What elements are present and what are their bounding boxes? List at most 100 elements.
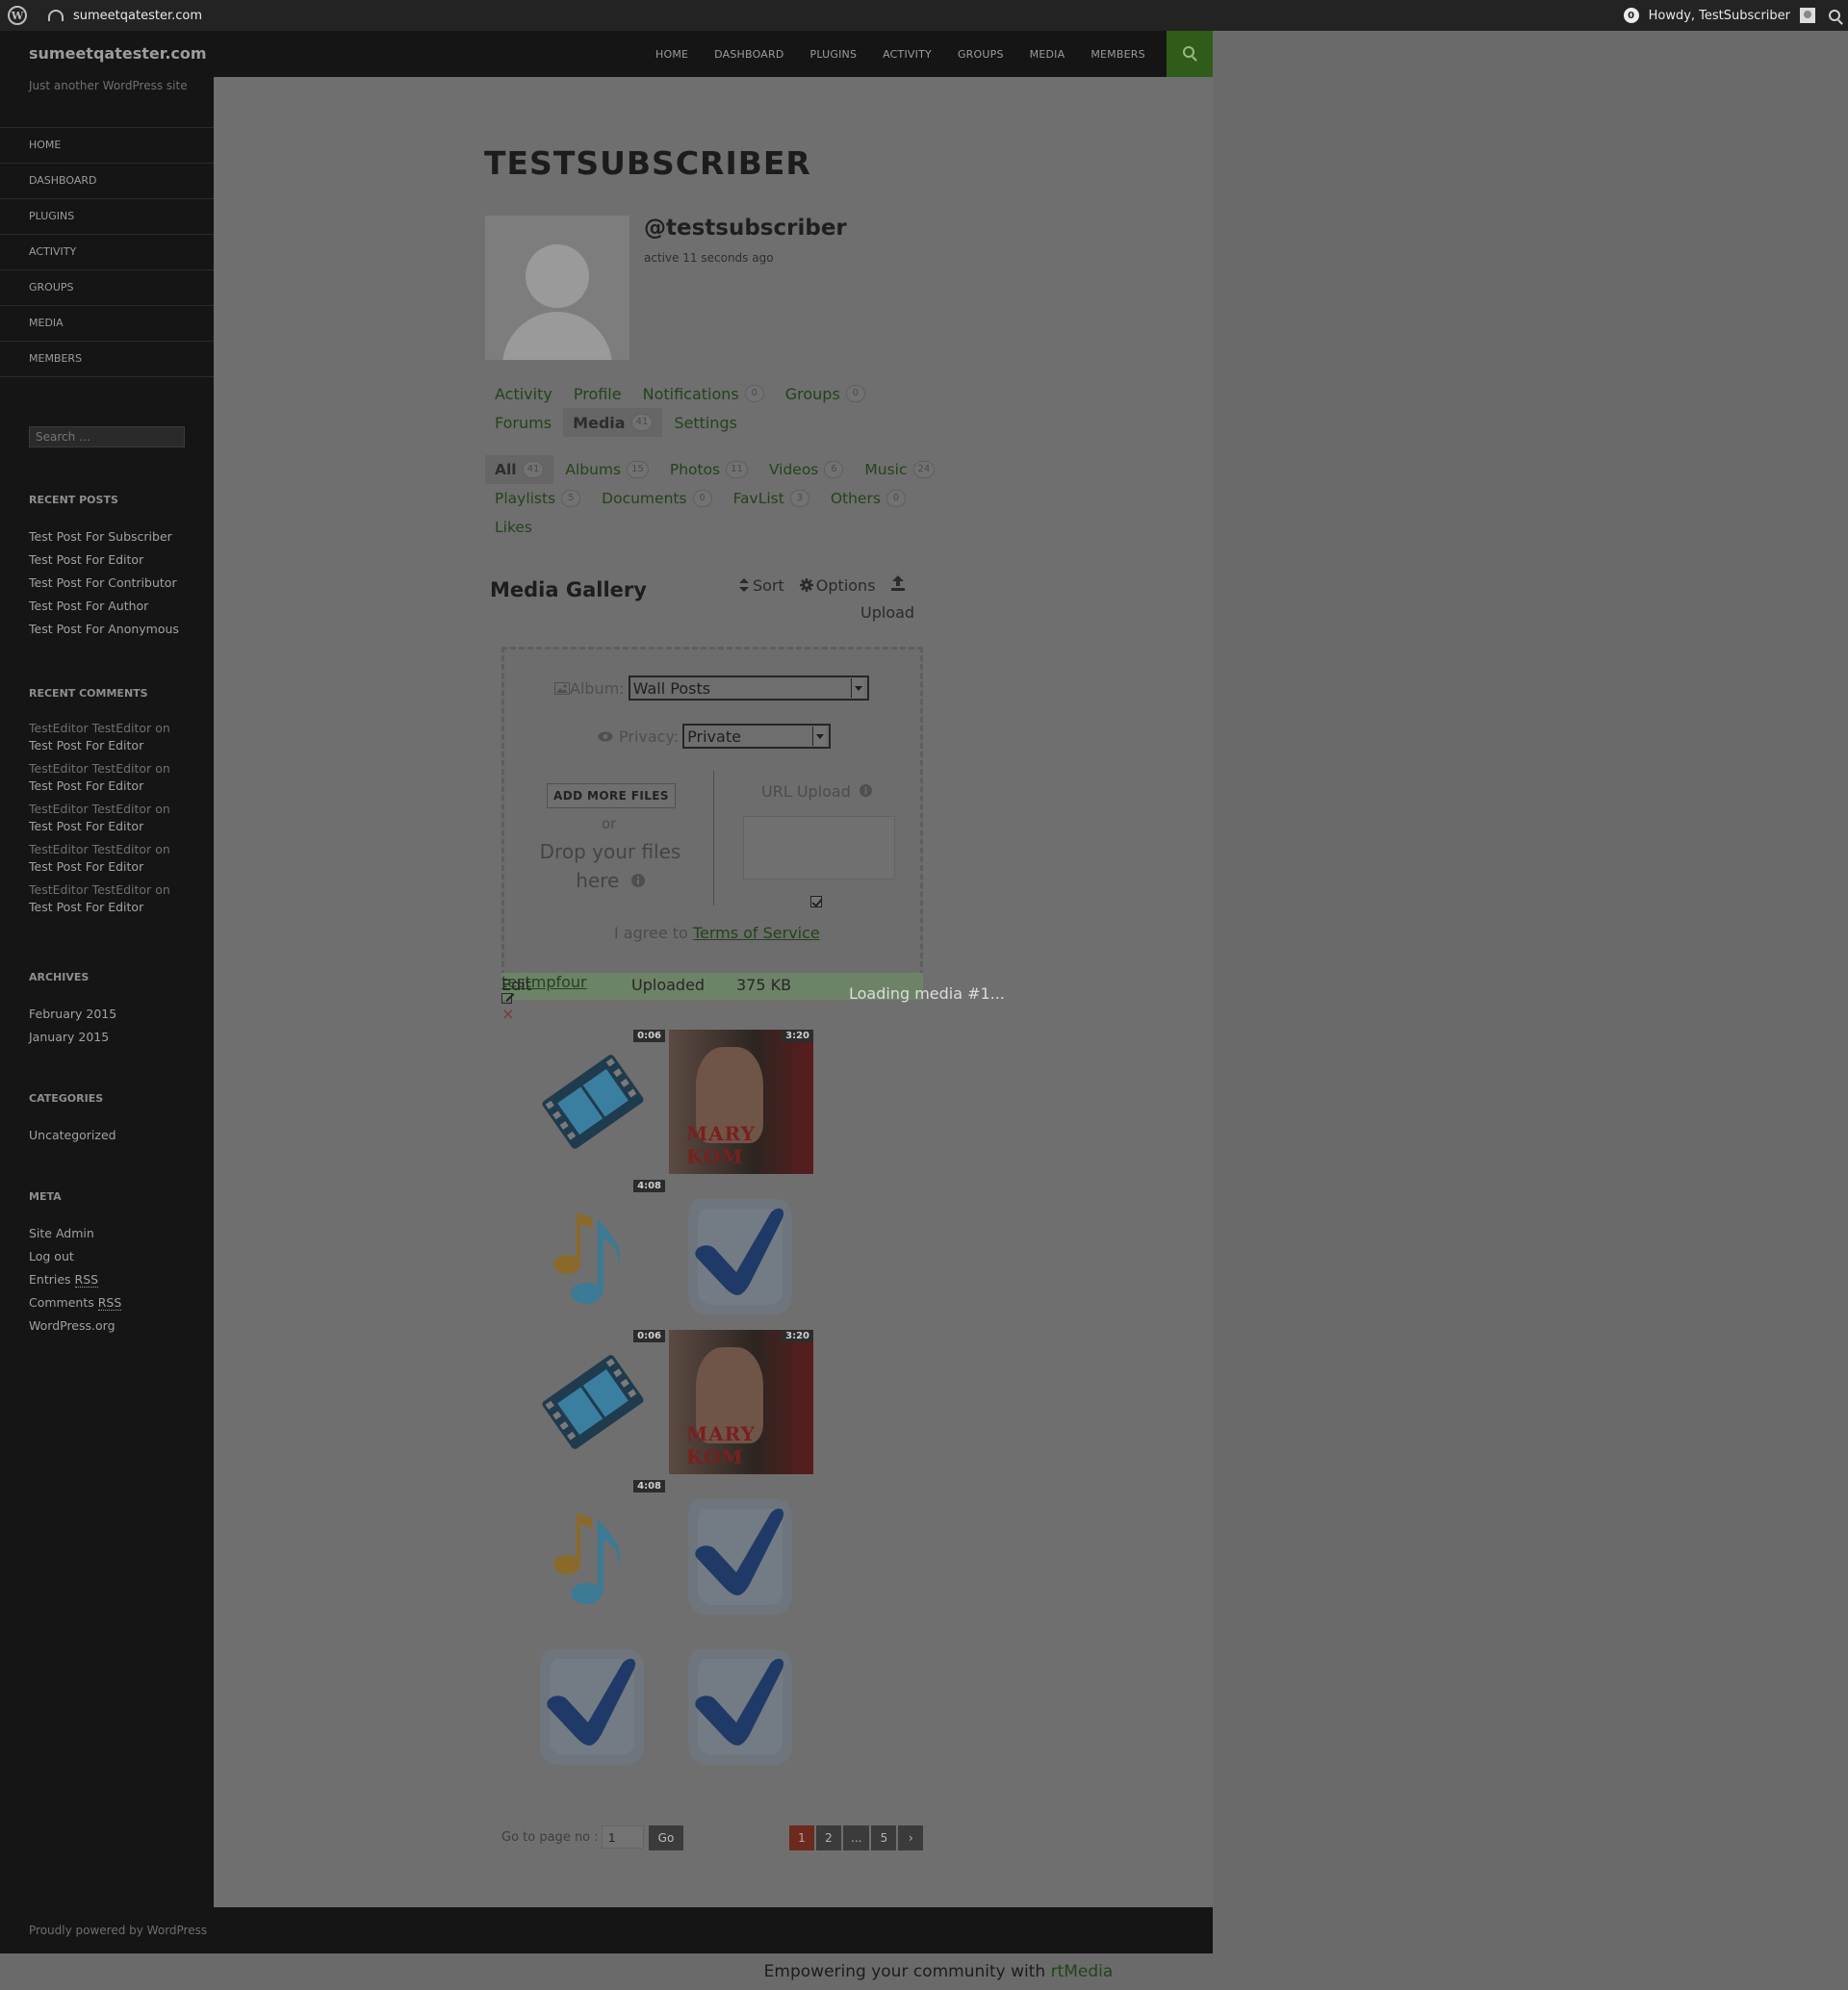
archive-link[interactable]: January 2015 bbox=[29, 1026, 197, 1049]
tab-forums[interactable]: Forums bbox=[485, 408, 561, 437]
subtab-all[interactable]: All 41 bbox=[485, 455, 554, 484]
category-link[interactable]: Uncategorized bbox=[29, 1124, 197, 1147]
comment-author-link[interactable]: TestEditor TestEditor bbox=[29, 842, 151, 856]
tab-profile[interactable]: Profile bbox=[564, 379, 631, 408]
info-icon[interactable] bbox=[630, 874, 645, 887]
sidebar-search-input[interactable] bbox=[29, 426, 185, 447]
header-search-toggle[interactable] bbox=[1167, 31, 1213, 77]
tab-groups[interactable]: Groups 0 bbox=[776, 379, 875, 408]
media-item[interactable]: 4:08 bbox=[521, 1480, 665, 1624]
subtab-music[interactable]: Music 24 bbox=[855, 455, 944, 484]
page-number-input[interactable] bbox=[602, 1825, 644, 1849]
media-item[interactable] bbox=[669, 1630, 813, 1774]
entries-rss-link[interactable]: Entries RSS bbox=[29, 1268, 197, 1291]
url-upload-textarea[interactable] bbox=[743, 816, 895, 880]
page-link-1[interactable]: 1 bbox=[789, 1825, 814, 1850]
options-button[interactable]: Options bbox=[799, 575, 876, 595]
dashboard-gauge-icon[interactable] bbox=[48, 10, 64, 21]
tab-activity[interactable]: Activity bbox=[485, 379, 562, 408]
nav-activity[interactable]: ACTIVITY bbox=[883, 48, 932, 61]
nav-media[interactable]: MEDIA bbox=[1030, 48, 1065, 61]
comment-author-link[interactable]: TestEditor TestEditor bbox=[29, 882, 151, 897]
remove-upload-icon[interactable]: × bbox=[501, 1005, 514, 1023]
powered-by-link[interactable]: Proudly powered by WordPress bbox=[29, 1924, 207, 1937]
recent-post-link[interactable]: Test Post For Editor bbox=[29, 549, 197, 572]
media-item[interactable]: MARY KOM 3:20 bbox=[669, 1330, 813, 1474]
media-item[interactable] bbox=[669, 1180, 813, 1324]
site-title-link[interactable]: sumeetqatester.com bbox=[29, 44, 207, 63]
comment-post-link[interactable]: Test Post For Editor bbox=[29, 819, 143, 833]
recent-post-link[interactable]: Test Post For Contributor bbox=[29, 572, 197, 595]
page-link-5[interactable]: 5 bbox=[871, 1825, 897, 1850]
rtmedia-link[interactable]: rtMedia bbox=[1051, 1962, 1114, 1981]
comment-post-link[interactable]: Test Post For Editor bbox=[29, 859, 143, 874]
subtab-others[interactable]: Others 0 bbox=[821, 484, 915, 513]
media-item[interactable]: MARY KOM 3:20 bbox=[669, 1030, 813, 1174]
terms-checkbox[interactable] bbox=[810, 896, 822, 907]
subtab-documents[interactable]: Documents 0 bbox=[592, 484, 721, 513]
archive-link[interactable]: February 2015 bbox=[29, 1003, 197, 1026]
privacy-select[interactable]: Private bbox=[682, 724, 832, 749]
media-item[interactable] bbox=[521, 1630, 665, 1774]
log-out-link[interactable]: Log out bbox=[29, 1245, 197, 1268]
sidebar-item-plugins[interactable]: PLUGINS bbox=[0, 199, 214, 235]
sidebar-item-groups[interactable]: GROUPS bbox=[0, 270, 214, 306]
media-item[interactable]: 0:06 bbox=[521, 1330, 665, 1474]
tab-notifications[interactable]: Notifications 0 bbox=[633, 379, 774, 408]
recent-post-link[interactable]: Test Post For Subscriber bbox=[29, 525, 197, 549]
nav-dashboard[interactable]: DASHBOARD bbox=[714, 48, 783, 61]
comment-author-link[interactable]: TestEditor TestEditor bbox=[29, 721, 151, 735]
site-admin-link[interactable]: Site Admin bbox=[29, 1222, 197, 1245]
avatar[interactable] bbox=[485, 216, 629, 360]
sort-button[interactable]: Sort bbox=[739, 575, 784, 595]
recent-post-link[interactable]: Test Post For Anonymous bbox=[29, 618, 197, 641]
subtab-videos[interactable]: Videos 6 bbox=[759, 455, 854, 484]
video-icon bbox=[521, 1030, 665, 1174]
info-icon[interactable] bbox=[859, 784, 872, 797]
go-button[interactable]: Go bbox=[649, 1825, 683, 1850]
upload-dropzone[interactable]: Album: Wall Posts Privacy: Private ADD M… bbox=[501, 647, 923, 976]
wordpress-logo-icon[interactable]: W bbox=[8, 6, 27, 25]
upload-toggle-icon-button[interactable] bbox=[890, 575, 905, 595]
media-item[interactable]: 0:06 bbox=[521, 1030, 665, 1174]
sidebar-item-members[interactable]: MEMBERS bbox=[0, 342, 214, 377]
comment-author-link[interactable]: TestEditor TestEditor bbox=[29, 802, 151, 816]
media-item[interactable]: 4:08 bbox=[521, 1180, 665, 1324]
comment-post-link[interactable]: Test Post For Editor bbox=[29, 738, 143, 753]
nav-members[interactable]: MEMBERS bbox=[1091, 48, 1144, 61]
upload-button[interactable]: Upload bbox=[860, 603, 914, 622]
sidebar-item-dashboard[interactable]: DASHBOARD bbox=[0, 164, 214, 199]
admin-bar-avatar[interactable] bbox=[1800, 8, 1815, 23]
tab-settings[interactable]: Settings bbox=[664, 408, 747, 437]
comment-post-link[interactable]: Test Post For Editor bbox=[29, 900, 143, 914]
duration-badge: 0:06 bbox=[633, 1030, 665, 1042]
nav-home[interactable]: HOME bbox=[655, 48, 688, 61]
sidebar-item-activity[interactable]: ACTIVITY bbox=[0, 235, 214, 270]
nav-plugins[interactable]: PLUGINS bbox=[809, 48, 857, 61]
subtab-playlists[interactable]: Playlists 5 bbox=[485, 484, 590, 513]
sidebar-item-media[interactable]: MEDIA bbox=[0, 306, 214, 342]
comment-post-link[interactable]: Test Post For Editor bbox=[29, 778, 143, 793]
nav-groups[interactable]: GROUPS bbox=[958, 48, 1004, 61]
terms-of-service-link[interactable]: Terms of Service bbox=[693, 924, 820, 942]
sidebar-item-home[interactable]: HOME bbox=[0, 128, 214, 164]
subtab-favlist[interactable]: FavList 3 bbox=[724, 484, 819, 513]
subtab-likes[interactable]: Likes bbox=[485, 513, 542, 542]
admin-bar-search-icon[interactable] bbox=[1829, 10, 1840, 21]
recent-post-link[interactable]: Test Post For Author bbox=[29, 595, 197, 618]
subtab-albums[interactable]: Albums 15 bbox=[555, 455, 657, 484]
comment-author-link[interactable]: TestEditor TestEditor bbox=[29, 761, 151, 776]
next-page-button[interactable]: › bbox=[898, 1825, 924, 1850]
howdy-account-link[interactable]: Howdy, TestSubscriber bbox=[1649, 9, 1790, 23]
comments-rss-link[interactable]: Comments RSS bbox=[29, 1291, 197, 1314]
page-link-2[interactable]: 2 bbox=[816, 1825, 841, 1850]
tab-media[interactable]: Media 41 bbox=[563, 408, 663, 437]
notification-count-badge[interactable]: 0 bbox=[1623, 8, 1639, 23]
subtab-photos[interactable]: Photos 11 bbox=[660, 455, 757, 484]
media-item[interactable] bbox=[669, 1480, 813, 1624]
add-more-files-button[interactable]: ADD MORE FILES bbox=[547, 783, 676, 808]
album-selected-value: Wall Posts bbox=[632, 678, 711, 698]
album-select[interactable]: Wall Posts bbox=[628, 676, 869, 701]
admin-bar-site-link[interactable]: sumeetqatester.com bbox=[73, 9, 202, 23]
wordpress-org-link[interactable]: WordPress.org bbox=[29, 1314, 197, 1338]
